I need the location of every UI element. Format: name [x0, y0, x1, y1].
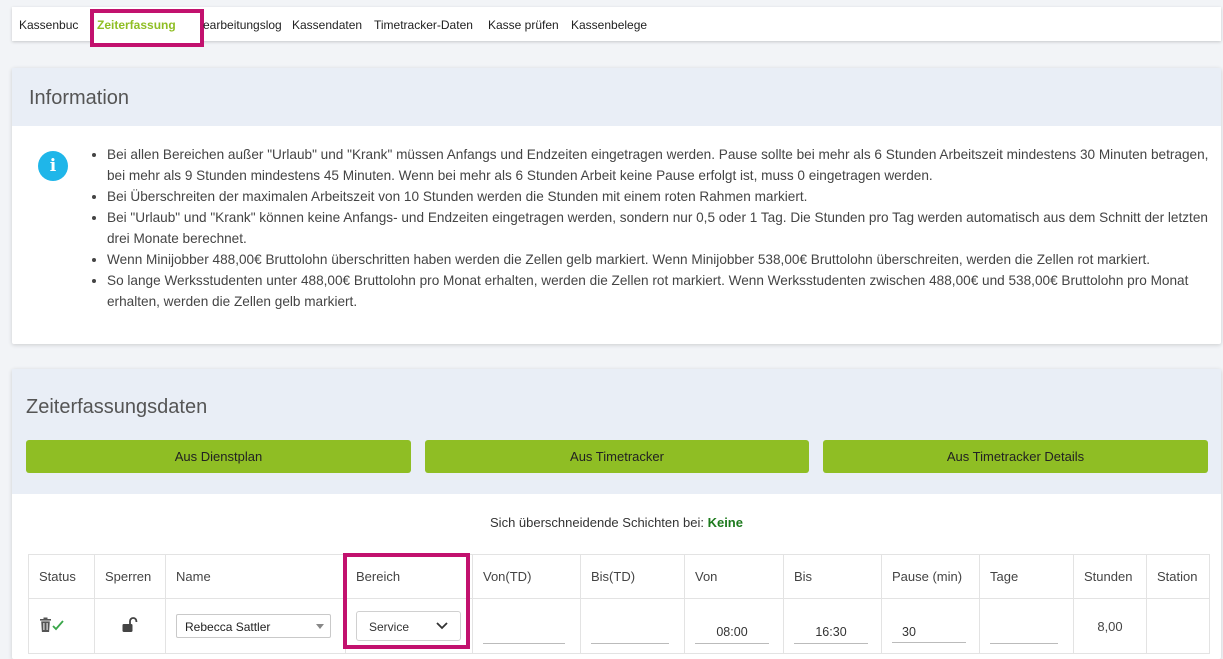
overlap-value: Keine	[707, 515, 743, 530]
tage-cell	[979, 598, 1074, 654]
info-item: Bei Überschreiten der maximalen Arbeitsz…	[107, 186, 1222, 207]
information-title: Information	[29, 87, 130, 109]
bis-td-input[interactable]	[591, 620, 669, 644]
pause-input[interactable]	[892, 621, 966, 643]
info-item: Bei "Urlaub" und "Krank" können keine An…	[107, 207, 1222, 249]
col-sperren: Sperren	[94, 554, 166, 599]
col-tage: Tage	[979, 554, 1074, 599]
bereich-cell: Service	[345, 598, 473, 654]
bereich-select-value: Service	[369, 620, 410, 634]
stunden-cell: 8,00	[1073, 598, 1147, 654]
bis-input[interactable]	[794, 620, 868, 644]
bis-td-cell	[580, 598, 685, 654]
info-icon: i	[38, 151, 68, 181]
information-card-header	[12, 68, 1221, 126]
trash-icon	[40, 617, 51, 632]
overlap-label: Sich überschneidende Schichten bei:	[490, 515, 704, 530]
tab-timetracker-daten[interactable]: Timetracker-Daten	[374, 7, 473, 41]
zeiterfassung-table: Status Sperren Name Bereich Von(TD) Bis(…	[28, 554, 1210, 654]
name-select[interactable]: Rebecca Sattler	[176, 614, 331, 638]
from-dienstplan-button[interactable]: Aus Dienstplan	[26, 440, 411, 473]
col-status: Status	[28, 554, 95, 599]
info-item: Wenn Minijobber 488,00€ Bruttolohn übers…	[107, 249, 1222, 270]
unlock-icon[interactable]	[121, 616, 139, 633]
tab-kassenbelege[interactable]: Kassenbelege	[571, 7, 647, 41]
pause-cell	[881, 598, 980, 654]
tab-zeiterfassung[interactable]: Zeiterfassung	[97, 7, 176, 41]
von-td-cell	[472, 598, 581, 654]
col-name: Name	[165, 554, 346, 599]
lock-cell	[94, 598, 166, 654]
bis-cell	[783, 598, 882, 654]
from-timetracker-button[interactable]: Aus Timetracker	[425, 440, 809, 473]
delete-check-icon[interactable]	[39, 617, 65, 633]
tab-bearbeitungslog[interactable]: earbeitungslog	[203, 7, 282, 41]
status-cell	[28, 598, 95, 654]
col-bis-td: Bis(TD)	[580, 554, 685, 599]
top-nav: Kassenbuc Zeiterfassung earbeitungslog K…	[12, 7, 1221, 47]
von-input[interactable]	[695, 620, 769, 644]
info-item: So lange Werksstudenten unter 488,00€ Br…	[107, 270, 1222, 312]
col-von: Von	[684, 554, 784, 599]
col-pause: Pause (min)	[881, 554, 980, 599]
tab-kassenbuch[interactable]: Kassenbuc	[19, 7, 78, 41]
information-card: Information i Bei allen Bereichen außer …	[12, 68, 1221, 344]
overlap-notice: Sich überschneidende Schichten bei: Kein…	[12, 515, 1221, 530]
tab-kasse-pruefen[interactable]: Kasse prüfen	[488, 7, 559, 41]
col-von-td: Von(TD)	[472, 554, 581, 599]
bereich-select[interactable]: Service	[356, 611, 461, 641]
tab-kassendaten[interactable]: Kassendaten	[292, 7, 362, 41]
caret-down-icon	[316, 624, 324, 629]
von-td-input[interactable]	[483, 620, 565, 644]
zeiterfassung-title: Zeiterfassungsdaten	[26, 396, 208, 418]
from-timetracker-details-button[interactable]: Aus Timetracker Details	[823, 440, 1208, 473]
col-bis: Bis	[783, 554, 882, 599]
col-station: Station	[1146, 554, 1210, 599]
table-row: Rebecca Sattler Service 08:00 16:30 30 8…	[28, 598, 1210, 654]
station-cell	[1146, 598, 1210, 654]
check-icon	[52, 619, 64, 630]
name-select-value: Rebecca Sattler	[185, 620, 271, 634]
zeiterfassung-card: Zeiterfassungsdaten Aus Dienstplan Aus T…	[12, 369, 1221, 659]
information-list: Bei allen Bereichen außer "Urlaub" und "…	[90, 144, 1222, 312]
tage-input[interactable]	[990, 620, 1058, 644]
von-cell	[684, 598, 784, 654]
table-header-row: Status Sperren Name Bereich Von(TD) Bis(…	[28, 554, 1210, 599]
chevron-down-icon	[436, 622, 448, 630]
col-bereich: Bereich	[345, 554, 473, 599]
zeiterfassung-card-header	[12, 369, 1221, 494]
col-stunden: Stunden	[1073, 554, 1147, 599]
info-item: Bei allen Bereichen außer "Urlaub" und "…	[107, 144, 1222, 186]
name-cell: Rebecca Sattler	[165, 598, 346, 654]
